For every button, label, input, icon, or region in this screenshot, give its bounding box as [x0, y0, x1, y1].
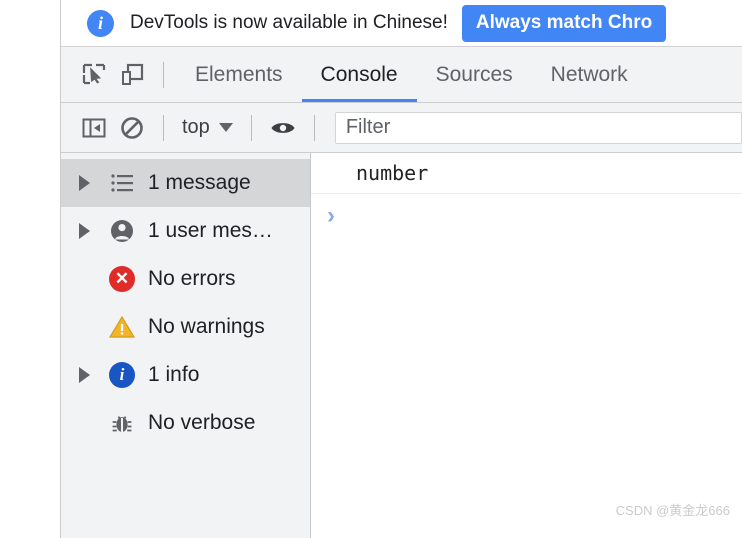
error-icon: ✕ [107, 266, 137, 292]
disclosure-triangle-icon[interactable] [79, 223, 95, 239]
console-message-text: number [356, 161, 429, 185]
devtools-tabbar: Elements Console Sources Network [61, 47, 742, 103]
execution-context-selector[interactable]: top [176, 114, 239, 141]
devtools-panel: i DevTools is now available in Chinese! … [60, 0, 742, 538]
chevron-down-icon [218, 123, 233, 132]
show-console-sidebar-icon[interactable] [75, 109, 113, 147]
tab-elements[interactable]: Elements [176, 47, 302, 102]
sidebar-item-label: 1 message [148, 171, 251, 194]
sidebar-item-label: 1 info [148, 363, 200, 386]
screenshot-root: i DevTools is now available in Chinese! … [0, 0, 742, 538]
filter-input[interactable] [334, 111, 742, 144]
device-toolbar-icon[interactable] [113, 56, 151, 94]
sidebar-item-verbose[interactable]: No verbose [61, 399, 310, 447]
sidebar-item-label: 1 user mes… [148, 219, 273, 242]
tabbar-divider [163, 61, 164, 88]
tab-network[interactable]: Network [532, 47, 647, 102]
disclosure-triangle-icon[interactable] [79, 175, 95, 191]
console-body: 1 message 1 user mes… ✕ No errors No war… [61, 153, 742, 538]
tab-console[interactable]: Console [301, 47, 417, 102]
warning-icon [107, 314, 137, 340]
sidebar-item-errors[interactable]: ✕ No errors [61, 255, 310, 303]
panel-tabs: Elements Console Sources Network [176, 47, 647, 102]
console-output-area[interactable]: number › CSDN @黄金龙666 [311, 153, 742, 538]
sidebar-item-warnings[interactable]: No warnings [61, 303, 310, 351]
message-list-icon [107, 171, 137, 195]
sidebar-item-messages[interactable]: 1 message [61, 159, 310, 207]
console-prompt-row[interactable]: › [311, 194, 742, 238]
sidebar-item-label: No errors [148, 267, 236, 290]
sidebar-item-info[interactable]: i 1 info [61, 351, 310, 399]
console-message-row[interactable]: number [311, 153, 742, 194]
sidebar-item-user-messages[interactable]: 1 user mes… [61, 207, 310, 255]
clear-console-icon[interactable] [113, 109, 151, 147]
inspect-element-icon[interactable] [75, 56, 113, 94]
banner-message: DevTools is now available in Chinese! [130, 12, 448, 33]
info-icon: i [107, 362, 137, 388]
live-expression-eye-icon[interactable] [264, 109, 302, 147]
console-toolbar-divider-1 [163, 114, 164, 141]
tab-sources[interactable]: Sources [417, 47, 532, 102]
console-toolbar: top [61, 103, 742, 153]
execution-context-label: top [182, 116, 210, 138]
disclosure-triangle-icon[interactable] [79, 367, 95, 383]
prompt-chevron-icon: › [327, 202, 335, 229]
console-sidebar: 1 message 1 user mes… ✕ No errors No war… [61, 153, 311, 538]
devtools-info-banner: i DevTools is now available in Chinese! … [61, 0, 742, 47]
console-toolbar-divider-2 [250, 114, 252, 141]
sidebar-item-label: No warnings [148, 315, 265, 338]
verbose-bug-icon [107, 411, 137, 435]
always-match-chrome-button[interactable]: Always match Chro [461, 4, 667, 42]
sidebar-item-label: No verbose [148, 411, 256, 434]
info-circle-icon: i [87, 9, 114, 37]
watermark: CSDN @黄金龙666 [615, 503, 730, 518]
console-toolbar-divider-3 [313, 114, 315, 141]
user-message-icon [107, 218, 137, 244]
